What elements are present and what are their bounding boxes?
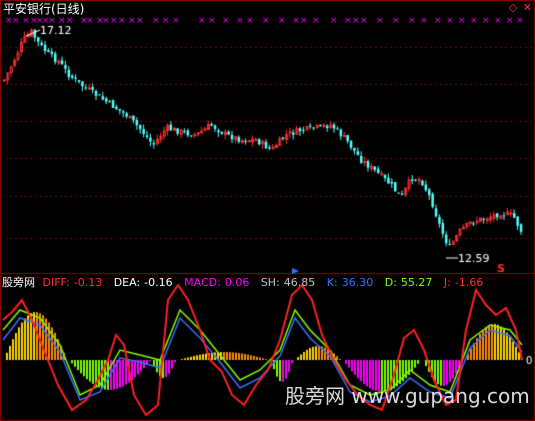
macd-readout: MACD: 0.06	[184, 276, 253, 289]
price-and-indicator-canvas	[0, 0, 535, 421]
dea-label: DEA:	[113, 276, 141, 289]
j-value: -1.66	[454, 276, 484, 289]
k-label: K:	[326, 276, 338, 289]
dea-value: -0.16	[144, 276, 173, 289]
macd-label: MACD:	[184, 276, 221, 289]
d-readout: D: 55.27	[385, 276, 437, 289]
indicator-header: 股旁网 DIFF: -0.13 DEA: -0.16 MACD: 0.06 SH: 46…	[2, 276, 491, 290]
diff-readout: DIFF: -0.13	[43, 276, 107, 289]
k-readout: K: 36.30	[327, 276, 377, 289]
macd-value: 0.06	[224, 276, 250, 289]
k-value: 36.30	[341, 276, 374, 289]
d-label: D:	[384, 276, 397, 289]
diff-value: -0.13	[73, 276, 103, 289]
watermark: 股旁网 www.gupang.com	[285, 384, 530, 408]
diamond-icon[interactable]: ◇	[509, 1, 517, 14]
window-icons: ◇ ✕	[507, 2, 532, 14]
j-label: J:	[443, 276, 451, 289]
chart-title: 平安银行(日线)	[3, 2, 85, 16]
sh-readout: SH: 46.85	[261, 276, 319, 289]
indicator-name: 股旁网	[2, 276, 35, 289]
sh-label: SH:	[260, 276, 280, 289]
j-readout: J: -1.66	[444, 276, 487, 289]
dea-readout: DEA: -0.16	[114, 276, 177, 289]
close-icon[interactable]: ✕	[523, 1, 532, 14]
diff-label: DIFF:	[42, 276, 70, 289]
sh-value: 46.85	[283, 276, 316, 289]
d-value: 55.27	[400, 276, 433, 289]
